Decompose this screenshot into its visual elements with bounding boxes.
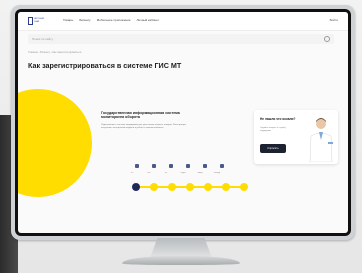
- monitor-stand-base: [122, 256, 240, 265]
- timeline-step-current[interactable]: [132, 183, 140, 191]
- nav-item-account[interactable]: Личный кабинет: [137, 18, 160, 22]
- timeline-step[interactable]: [240, 183, 248, 191]
- hero-title: Государственная информационная система м…: [101, 111, 180, 120]
- step-icon: [203, 164, 207, 168]
- timeline-step[interactable]: [204, 183, 212, 191]
- timeline-step[interactable]: [222, 183, 230, 191]
- timeline-step[interactable]: [150, 183, 158, 191]
- step-icon: [152, 164, 156, 168]
- step-label: ЛК: [164, 172, 168, 174]
- search-icon[interactable]: [324, 36, 330, 42]
- search-input[interactable]: Поиск по сайту: [28, 34, 334, 44]
- scene: ЧЕСТНЫЙ ЗНАК Товары Бизнесу Мобильное пр…: [0, 0, 362, 273]
- logo-mark-icon: [28, 17, 33, 25]
- step-label: Коды: [180, 172, 186, 174]
- search-placeholder: Поиск по сайту: [32, 37, 54, 41]
- decorative-yellow-circle: [18, 89, 92, 197]
- timeline-step[interactable]: [168, 183, 176, 191]
- monitor: ЧЕСТНЫЙ ЗНАК Товары Бизнесу Мобильное пр…: [11, 5, 355, 240]
- nav-item-business[interactable]: Бизнесу: [79, 18, 90, 22]
- hero-text: Подключение к системе маркировки для уча…: [101, 124, 187, 129]
- site-header: ЧЕСТНЫЙ ЗНАК Товары Бизнесу Мобильное пр…: [18, 12, 348, 31]
- step-label: Рег.: [147, 172, 151, 174]
- nav-item-products[interactable]: Товары: [63, 18, 73, 22]
- monitor-stand-neck: [150, 238, 212, 258]
- main-nav: Товары Бизнесу Мобильное приложение Личн…: [63, 18, 159, 22]
- breadcrumb[interactable]: Главная › Бизнесу › Как зарегистрировать…: [28, 51, 81, 54]
- help-card: Не нашли что искали? Задайте вопрос в сл…: [254, 110, 338, 164]
- timeline-step[interactable]: [186, 183, 194, 191]
- step-icon: [135, 164, 139, 168]
- help-subtitle: Задайте вопрос в службу поддержки: [260, 127, 286, 132]
- step-label: Вывод: [213, 172, 221, 174]
- support-person-illustration: [309, 118, 333, 162]
- step-label: ЭП: [130, 172, 134, 174]
- nav-item-mobile-app[interactable]: Мобильное приложение: [97, 18, 131, 22]
- step-icon: [186, 164, 190, 168]
- help-question: Не нашли что искали?: [260, 117, 296, 121]
- screen: ЧЕСТНЫЙ ЗНАК Товары Бизнесу Мобильное пр…: [18, 12, 348, 233]
- steps-labels: ЭП Рег. ЛК Коды Ввод Вывод: [126, 172, 223, 174]
- site-logo[interactable]: ЧЕСТНЫЙ ЗНАК: [28, 17, 48, 25]
- step-icon: [169, 164, 173, 168]
- logo-text: ЧЕСТНЫЙ ЗНАК: [34, 18, 44, 23]
- step-label: Ввод: [197, 172, 203, 174]
- ask-button[interactable]: Спросить: [260, 144, 286, 153]
- steps-timeline: [132, 182, 248, 192]
- monitor-bezel: ЧЕСТНЫЙ ЗНАК Товары Бизнесу Мобильное пр…: [15, 9, 351, 236]
- login-link[interactable]: Войти: [330, 18, 338, 22]
- step-icon: [220, 164, 224, 168]
- page-title: Как зарегистрироваться в системе ГИС МТ: [28, 61, 182, 70]
- steps-icons: [135, 164, 224, 168]
